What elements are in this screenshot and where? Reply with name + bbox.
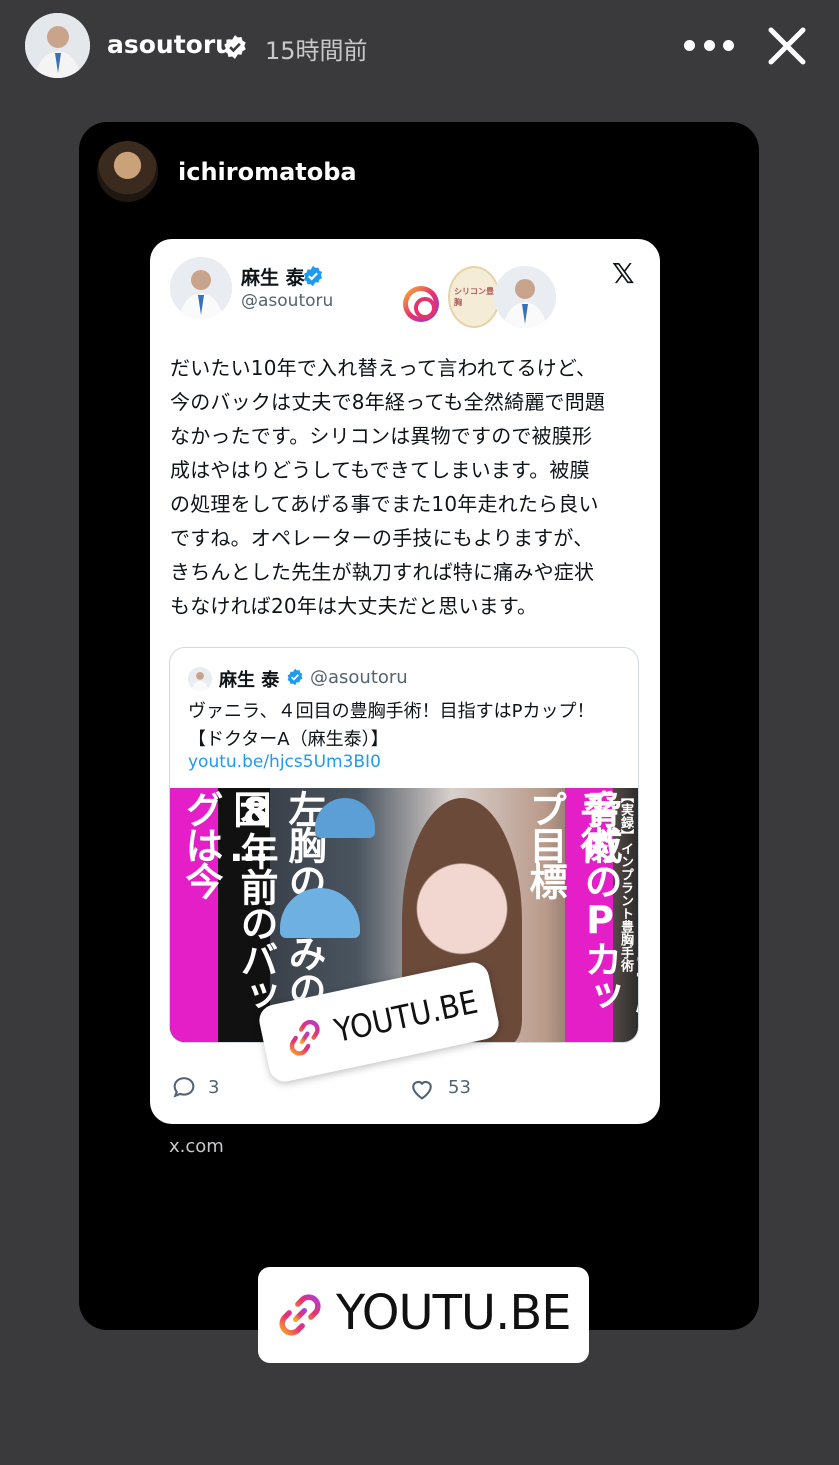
source-domain: x.com (169, 1136, 224, 1157)
quoted-post-link[interactable]: youtu.be/hjcs5Um3BI0 (188, 752, 381, 772)
quoted-author-name: 麻生 泰 (219, 670, 280, 691)
link-icon (289, 1019, 320, 1056)
more-dot-icon (703, 39, 715, 51)
link-sticker-label: YOUTU.BE (336, 1285, 572, 1341)
link-icon (279, 1294, 321, 1336)
close-icon[interactable] (763, 22, 811, 70)
shared-username[interactable]: ichiromatoba (178, 158, 357, 186)
quoted-post-text: ヴァニラ、４回目の豊胸手術！目指すはPカップ！【ドクターA（麻生泰）】 (188, 701, 595, 750)
clinic-logo-icon: シリコン豊胸 (448, 266, 500, 328)
x-post-embed[interactable]: 麻生 泰 @asoutoru シリコン豊胸 𝕏 だいたい10年で入れ替えって言わ… (150, 239, 660, 1124)
shared-user-avatar[interactable] (97, 141, 158, 202)
youtube-link-sticker[interactable]: YOUTU.BE (258, 1267, 589, 1363)
verified-badge-icon (224, 35, 246, 59)
reply-icon[interactable] (170, 1073, 198, 1101)
reply-count: 3 (208, 1077, 220, 1098)
verified-badge-icon (287, 668, 303, 686)
quoted-author-handle: @asoutoru (310, 667, 408, 688)
story-timestamp: 15時間前 (265, 37, 368, 65)
more-dot-icon (723, 39, 734, 51)
like-icon[interactable] (408, 1075, 436, 1103)
more-options-button[interactable] (684, 30, 734, 60)
x-logo-icon: 𝕏 (612, 257, 635, 290)
post-footer: 3 53 (170, 1073, 640, 1113)
post-author-avatar (170, 257, 232, 319)
shared-post-card[interactable]: ichiromatoba 麻生 泰 @asoutoru シリコン豊胸 𝕏 だいた… (79, 122, 759, 1330)
thumbnail-small-caption: 【実録】インプラント豊胸手術 (618, 790, 633, 972)
post-author-name: 麻生 泰 (241, 267, 305, 289)
threads-icon (403, 286, 439, 322)
story-username[interactable]: asoutoru (107, 30, 233, 59)
sticker-small-label: YOUTU.BE (331, 982, 482, 1050)
clinic-badge-text: シリコン豊胸 (454, 287, 494, 307)
story-header: asoutoru 15時間前 (0, 0, 839, 100)
story-avatar[interactable] (25, 13, 90, 78)
like-count: 53 (448, 1077, 471, 1098)
post-body-text: だいたい10年で入れ替えって言われてるけど、 今のバックは丈夫で8年経っても全然… (170, 356, 606, 618)
more-dot-icon (684, 39, 695, 51)
post-author-handle: @asoutoru (241, 291, 334, 311)
doctor-photo (494, 266, 556, 328)
verified-badge-icon (303, 265, 323, 287)
quoted-author-avatar (188, 667, 212, 691)
